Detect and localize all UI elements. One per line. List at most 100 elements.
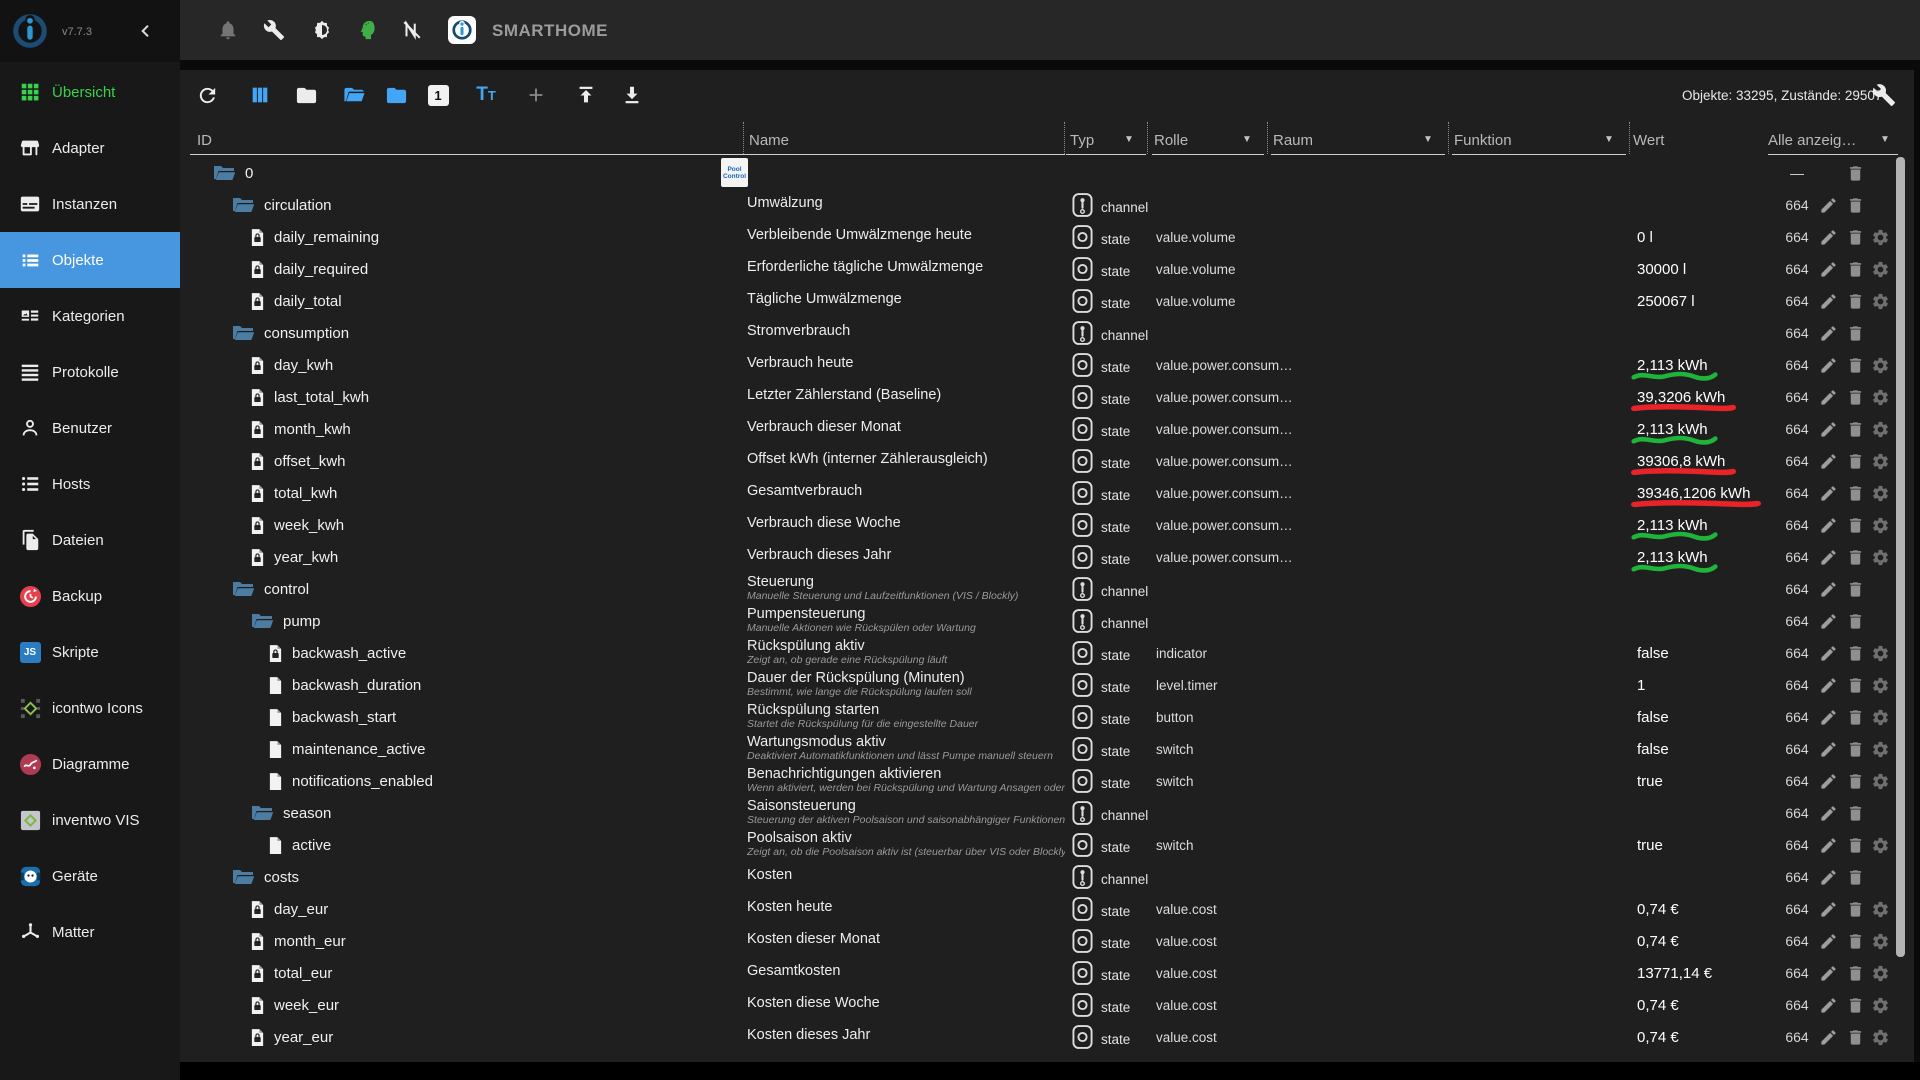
delete-icon[interactable] [1845, 1027, 1866, 1048]
import-download-icon[interactable] [618, 81, 646, 109]
tree-item-pump[interactable]: pump [250, 605, 321, 637]
tree-item-daily_total[interactable]: daily_total [250, 285, 342, 317]
folder-depth-icon[interactable] [382, 81, 410, 109]
sidebar-item-ger-te[interactable]: Geräte [0, 848, 180, 904]
sidebar-item-adapter[interactable]: Adapter [0, 120, 180, 176]
edit-icon[interactable] [1818, 803, 1839, 824]
edit-icon[interactable] [1818, 323, 1839, 344]
tree-item-maintenance_active[interactable]: maintenance_active [268, 733, 425, 765]
tree-item-month_eur[interactable]: month_eur [250, 925, 346, 957]
delete-icon[interactable] [1845, 899, 1866, 920]
value-cell[interactable]: 250067 l [1637, 285, 1695, 317]
tree-item-last_total_kwh[interactable]: last_total_kwh [250, 381, 369, 413]
delete-icon[interactable] [1845, 867, 1866, 888]
settings-gear-icon[interactable] [1870, 387, 1891, 408]
sidebar-item-skripte[interactable]: JS Skripte [0, 624, 180, 680]
delete-icon[interactable] [1845, 195, 1866, 216]
sidebar-item-matter[interactable]: Matter [0, 904, 180, 960]
sidebar-item-objekte[interactable]: Objekte [0, 232, 180, 288]
add-object-icon[interactable] [522, 81, 550, 109]
delete-icon[interactable] [1845, 387, 1866, 408]
edit-icon[interactable] [1818, 451, 1839, 472]
tree-item-notifications_enabled[interactable]: notifications_enabled [268, 765, 433, 797]
tree-item-day_eur[interactable]: day_eur [250, 893, 328, 925]
value-cell[interactable]: 39306,8 kWh [1637, 445, 1725, 477]
delete-icon[interactable] [1845, 803, 1866, 824]
sidebar-item-inventwo-vis[interactable]: inventwo VIS [0, 792, 180, 848]
settings-gear-icon[interactable] [1870, 291, 1891, 312]
value-cell[interactable]: 0,74 € [1637, 893, 1679, 925]
value-cell[interactable]: false [1637, 637, 1669, 669]
typ-caret-icon[interactable]: ▼ [1124, 134, 1134, 145]
collapse-drawer-button[interactable] [134, 19, 158, 43]
sidebar-item--bersicht[interactable]: Übersicht [0, 64, 180, 120]
delete-icon[interactable] [1845, 995, 1866, 1016]
value-cell[interactable]: 39346,1206 kWh [1637, 477, 1750, 509]
settings-gear-icon[interactable] [1870, 963, 1891, 984]
collapse-folder-icon[interactable] [292, 81, 320, 109]
value-cell[interactable]: 2,113 kWh [1637, 541, 1708, 573]
edit-icon[interactable] [1818, 387, 1839, 408]
edit-icon[interactable] [1818, 515, 1839, 536]
filter-funktion[interactable]: Funktion [1452, 126, 1626, 155]
settings-gear-icon[interactable] [1870, 1027, 1891, 1048]
value-cell[interactable]: 0,74 € [1637, 1021, 1679, 1053]
value-cell[interactable]: 0 l [1637, 221, 1653, 253]
delete-icon[interactable] [1845, 355, 1866, 376]
sidebar-item-benutzer[interactable]: Benutzer [0, 400, 180, 456]
settings-gear-icon[interactable] [1870, 771, 1891, 792]
sidebar-item-hosts[interactable]: Hosts [0, 456, 180, 512]
settings-gear-icon[interactable] [1870, 995, 1891, 1016]
raum-caret-icon[interactable]: ▼ [1423, 134, 1433, 145]
value-cell[interactable]: true [1637, 829, 1663, 861]
tree-item-week_eur[interactable]: week_eur [250, 989, 339, 1021]
edit-icon[interactable] [1818, 899, 1839, 920]
edit-icon[interactable] [1818, 195, 1839, 216]
edit-icon[interactable] [1818, 227, 1839, 248]
delete-icon[interactable] [1845, 547, 1866, 568]
delete-icon[interactable] [1845, 579, 1866, 600]
delete-icon[interactable] [1845, 259, 1866, 280]
delete-icon[interactable] [1845, 771, 1866, 792]
expand-level-one-icon[interactable]: 1 [424, 81, 452, 109]
tree-item-total_eur[interactable]: total_eur [250, 957, 332, 989]
settings-gear-icon[interactable] [1870, 419, 1891, 440]
settings-gear-icon[interactable] [1870, 515, 1891, 536]
edit-icon[interactable] [1818, 931, 1839, 952]
value-cell[interactable]: true [1637, 765, 1663, 797]
delete-icon[interactable] [1845, 739, 1866, 760]
delete-icon[interactable] [1845, 323, 1866, 344]
settings-gear-icon[interactable] [1870, 835, 1891, 856]
edit-icon[interactable] [1818, 579, 1839, 600]
sidebar-item-icontwo-icons[interactable]: icontwo Icons [0, 680, 180, 736]
delete-icon[interactable] [1845, 611, 1866, 632]
expand-folder-icon[interactable] [340, 81, 368, 109]
scrollbar-thumb[interactable] [1896, 157, 1905, 957]
value-cell[interactable]: false [1637, 701, 1669, 733]
events-off-icon[interactable] [398, 16, 426, 44]
tree-item-circulation[interactable]: circulation [231, 189, 332, 221]
tree-item-general[interactable]: general [231, 1053, 314, 1062]
settings-gear-icon[interactable] [1870, 483, 1891, 504]
tree-item-backwash_duration[interactable]: backwash_duration [268, 669, 421, 701]
tree-item-costs[interactable]: costs [231, 861, 299, 893]
settings-gear-icon[interactable] [1870, 355, 1891, 376]
sidebar-item-protokolle[interactable]: Protokolle [0, 344, 180, 400]
tree-item-day_kwh[interactable]: day_kwh [250, 349, 333, 381]
delete-icon[interactable] [1845, 515, 1866, 536]
tree-item-0[interactable]: 0 [212, 157, 253, 189]
expert-mode-icon[interactable] [354, 16, 382, 44]
delete-icon[interactable] [1845, 707, 1866, 728]
tree-item-offset_kwh[interactable]: offset_kwh [250, 445, 345, 477]
edit-icon[interactable] [1818, 963, 1839, 984]
anzeigen-caret-icon[interactable]: ▼ [1880, 134, 1890, 145]
settings-gear-icon[interactable] [1870, 931, 1891, 952]
edit-icon[interactable] [1818, 419, 1839, 440]
filter-typ[interactable]: Typ [1066, 126, 1146, 155]
delete-icon[interactable] [1845, 931, 1866, 952]
edit-icon[interactable] [1818, 291, 1839, 312]
value-cell[interactable]: 2,113 kWh [1637, 509, 1708, 541]
settings-gear-icon[interactable] [1870, 707, 1891, 728]
export-upload-icon[interactable] [572, 81, 600, 109]
delete-icon[interactable] [1845, 963, 1866, 984]
